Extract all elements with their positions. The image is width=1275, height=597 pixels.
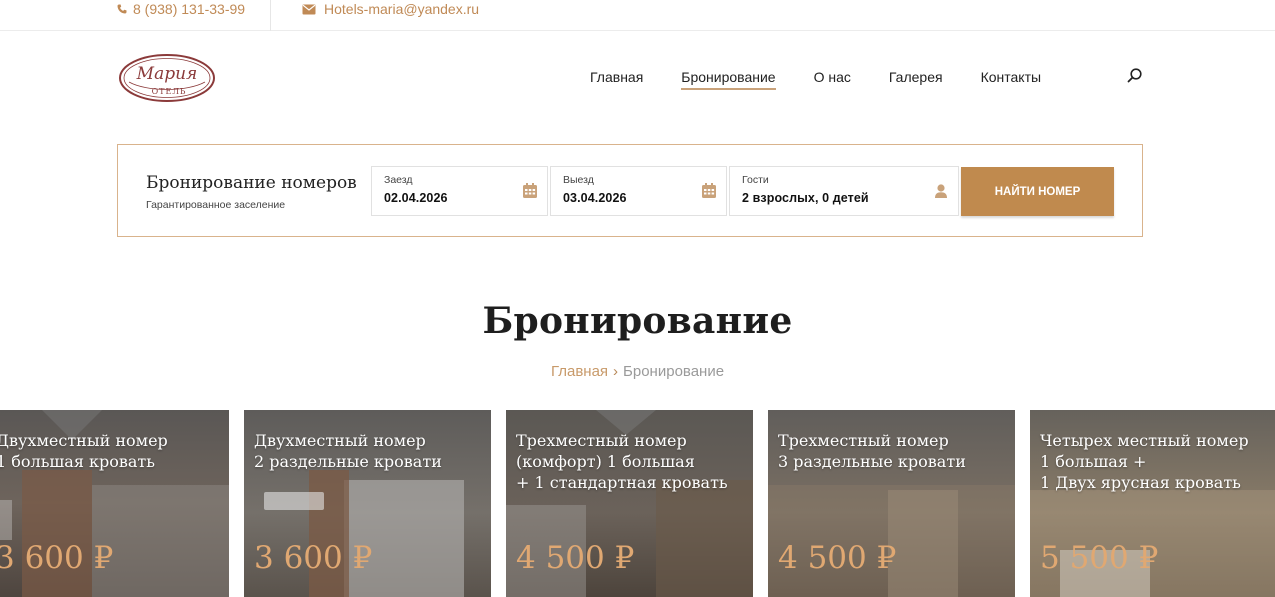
checkin-value: 02.04.2026 bbox=[384, 191, 448, 205]
room-name: Трехместный номер 3 раздельные кровати bbox=[778, 431, 966, 471]
nav-item-about[interactable]: О нас bbox=[814, 67, 851, 91]
logo-subtitle: ОТЕЛЬ bbox=[152, 87, 187, 96]
page-title: Бронирование bbox=[482, 300, 793, 342]
room-name: Двухместный номер 1 большая кровать bbox=[0, 431, 168, 471]
room-name: Четырех местный номер 1 большая + 1 Двух… bbox=[1040, 431, 1249, 492]
nav-item-booking[interactable]: Бронирование bbox=[681, 67, 776, 91]
find-room-button[interactable]: Найти номер bbox=[961, 167, 1114, 216]
envelope-icon bbox=[302, 4, 316, 15]
room-cards: Двухместный номер 1 большая кровать 3 60… bbox=[0, 410, 1275, 597]
top-contact-bar: 8 (938) 131-33-99 Hotels-maria@yandex.ru bbox=[0, 0, 1275, 31]
room-card[interactable]: Четырех местный номер 1 большая + 1 Двух… bbox=[1030, 410, 1275, 597]
email-contact[interactable]: Hotels-maria@yandex.ru bbox=[302, 0, 479, 18]
email-address: Hotels-maria@yandex.ru bbox=[324, 1, 480, 17]
room-price: 4 500 ₽ bbox=[516, 540, 635, 576]
room-price: 3 600 ₽ bbox=[254, 540, 373, 576]
room-price: 5 500 ₽ bbox=[1040, 540, 1159, 576]
room-price: 4 500 ₽ bbox=[778, 540, 897, 576]
breadcrumb-current: Бронирование bbox=[623, 363, 725, 380]
calendar-icon bbox=[521, 182, 539, 200]
breadcrumb-home-link[interactable]: Главная bbox=[551, 363, 608, 380]
checkin-label: Заезд bbox=[384, 174, 413, 186]
room-card[interactable]: Трехместный номер 3 раздельные кровати 4… bbox=[768, 410, 1015, 597]
nav-item-contacts[interactable]: Контакты bbox=[981, 67, 1041, 91]
phone-number: 8 (938) 131-33-99 bbox=[133, 1, 246, 17]
room-card[interactable]: Двухместный номер 2 раздельные кровати 3… bbox=[244, 410, 491, 597]
phone-contact[interactable]: 8 (938) 131-33-99 bbox=[117, 0, 245, 18]
guests-label: Гости bbox=[742, 174, 769, 186]
topbar-divider bbox=[270, 0, 271, 31]
room-name: Трехместный номер (комфорт) 1 большая + … bbox=[516, 431, 728, 492]
checkout-value: 03.04.2026 bbox=[563, 191, 627, 205]
calendar-icon bbox=[700, 182, 718, 200]
checkout-label: Выезд bbox=[563, 174, 594, 186]
phone-icon bbox=[117, 4, 127, 14]
booking-form: Бронирование номеров Гарантированное зас… bbox=[117, 144, 1143, 237]
room-name: Двухместный номер 2 раздельные кровати bbox=[254, 431, 442, 471]
checkin-field[interactable]: Заезд 02.04.2026 bbox=[371, 166, 548, 216]
booking-subtitle: Гарантированное заселение bbox=[146, 199, 286, 211]
nav-item-home[interactable]: Главная bbox=[590, 67, 643, 91]
search-icon[interactable] bbox=[1126, 67, 1144, 85]
nav-item-gallery[interactable]: Галерея bbox=[889, 67, 943, 91]
main-nav: Главная Бронирование О нас Галерея Конта… bbox=[590, 67, 1079, 91]
room-card[interactable]: Трехместный номер (комфорт) 1 большая + … bbox=[506, 410, 753, 597]
room-card[interactable]: Двухместный номер 1 большая кровать 3 60… bbox=[0, 410, 229, 597]
breadcrumb-separator: › bbox=[613, 363, 619, 380]
breadcrumb: Главная › Бронирование bbox=[0, 363, 1275, 380]
user-icon bbox=[932, 182, 950, 200]
hotel-logo[interactable]: Мария ОТЕЛЬ bbox=[117, 52, 217, 104]
checkout-field[interactable]: Выезд 03.04.2026 bbox=[550, 166, 727, 216]
room-price: 3 600 ₽ bbox=[0, 540, 114, 576]
guests-field[interactable]: Гости 2 взрослых, 0 детей bbox=[729, 166, 959, 216]
guests-value: 2 взрослых, 0 детей bbox=[742, 191, 869, 205]
booking-title: Бронирование номеров bbox=[146, 173, 357, 193]
logo-name: Мария bbox=[136, 64, 198, 84]
